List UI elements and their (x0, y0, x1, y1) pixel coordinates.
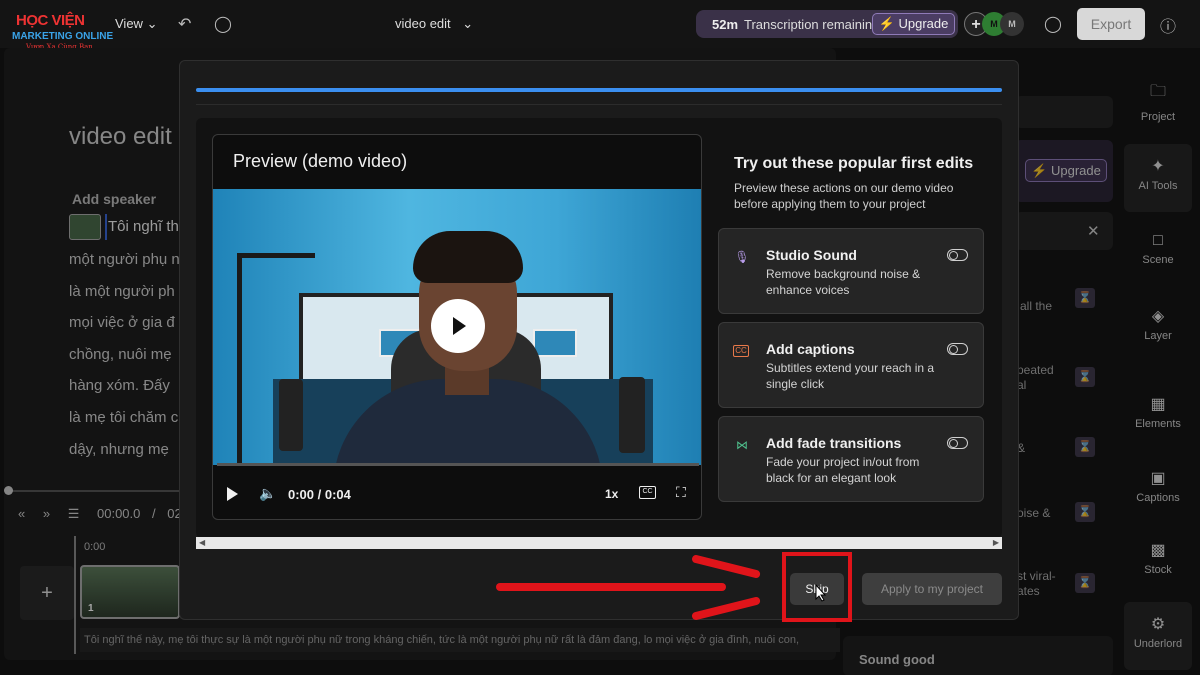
chevron-down-icon: ⌄ (146, 16, 158, 31)
monitor-window (533, 329, 577, 357)
preview-title: Preview (demo video) (233, 151, 408, 171)
undo-icon[interactable]: ↶ (178, 14, 191, 34)
option-fade-transitions[interactable]: ⋈ Add fade transitions Fade your project… (718, 416, 984, 502)
transcription-label: Transcription remaining (744, 17, 880, 32)
document-title-label: video edit (395, 16, 451, 31)
collaborators: + M M (964, 12, 1026, 38)
comment-icon[interactable]: ◯ (1044, 14, 1062, 34)
avatar[interactable]: M (1000, 12, 1024, 36)
video-time-current: 0:00 (288, 487, 315, 502)
scroll-left-icon[interactable]: ◀ (199, 538, 205, 547)
option-desc: Remove background noise & enhance voices (766, 267, 921, 297)
video-controls: 🔈 0:00 / 0:04 1x CC ⛶ (213, 475, 701, 515)
fullscreen-icon[interactable]: ⛶ (676, 484, 686, 501)
option-title: Add captions (766, 341, 855, 357)
option-studio-sound[interactable]: 🎙 Studio Sound Remove background noise &… (718, 228, 984, 314)
video-time-total: 0:04 (324, 487, 351, 502)
lightning-icon: ⚡ (878, 16, 895, 31)
presenter-hair (413, 231, 523, 283)
option-add-captions[interactable]: CC Add captions Subtitles extend your re… (718, 322, 984, 408)
playback-speed[interactable]: 1x (605, 487, 618, 501)
view-menu[interactable]: View ⌄ (115, 16, 157, 32)
apply-to-project-button[interactable]: Apply to my project (862, 573, 1002, 605)
onboarding-progress-bar (196, 88, 1002, 92)
view-menu-label: View (115, 16, 143, 31)
transcription-minutes: 52m (712, 17, 739, 32)
option-title: Add fade transitions (766, 435, 902, 451)
arrow-annotation (496, 583, 726, 591)
lamp-pole (237, 257, 242, 465)
captions-icon: CC (733, 345, 749, 357)
export-button[interactable]: Export (1077, 8, 1145, 40)
first-edits-dialog: Preview (demo video) 🔈 0:00 / 0:04 1x CC… (179, 60, 1019, 620)
volume-icon[interactable]: 🔈 (259, 485, 276, 502)
logo-line-2: MARKETING ONLINE (12, 31, 114, 42)
upgrade-button-label: Upgrade (898, 16, 949, 31)
desk-speaker (279, 379, 303, 451)
play-icon[interactable] (227, 487, 238, 501)
divider (196, 104, 1002, 105)
studio-sound-toggle[interactable] (947, 249, 968, 261)
desk-speaker (619, 377, 645, 453)
cc-icon[interactable]: CC (639, 486, 656, 499)
video-progress-bar[interactable] (217, 463, 699, 466)
option-desc: Fade your project in/out from black for … (766, 455, 920, 485)
studio-sound-icon: 🎙 (734, 250, 750, 264)
horizontal-scrollbar[interactable]: ◀ ▶ (196, 537, 1002, 549)
top-bar: HỌC VIỆN MARKETING ONLINE Vươn Xa Cùng B… (0, 0, 1200, 51)
scroll-right-icon[interactable]: ▶ (993, 538, 999, 547)
demo-video-player: Preview (demo video) 🔈 0:00 / 0:04 1x CC… (212, 134, 702, 520)
video-frame[interactable] (213, 189, 701, 465)
mouse-cursor-icon (815, 584, 827, 602)
edits-subheading: Preview these actions on our demo video … (734, 181, 954, 211)
video-time: 0:00 / 0:04 (288, 487, 351, 502)
document-title[interactable]: video edit ⌄ (395, 16, 473, 32)
option-desc: Subtitles extend your reach in a single … (766, 361, 935, 391)
play-overlay-icon[interactable] (431, 299, 485, 353)
help-icon[interactable]: ⓘ (1160, 13, 1176, 37)
check-circle-icon[interactable]: ◯ (214, 14, 232, 34)
dialog-content: Preview (demo video) 🔈 0:00 / 0:04 1x CC… (196, 118, 1002, 538)
transcription-pill: 52m Transcription remaining ⚡ Upgrade (696, 10, 958, 38)
option-title: Studio Sound (766, 247, 857, 263)
watermark-logo: HỌC VIỆN MARKETING ONLINE Vươn Xa Cùng B… (10, 12, 113, 52)
transition-icon: ⋈ (736, 438, 748, 452)
logo-line-1: HỌC VIỆN (16, 12, 85, 29)
chevron-down-icon: ⌄ (462, 16, 474, 31)
lamp (237, 253, 315, 258)
edits-heading: Try out these popular first edits (734, 155, 974, 172)
fade-transitions-toggle[interactable] (947, 437, 968, 449)
upgrade-button[interactable]: ⚡ Upgrade (872, 13, 955, 35)
add-captions-toggle[interactable] (947, 343, 968, 355)
